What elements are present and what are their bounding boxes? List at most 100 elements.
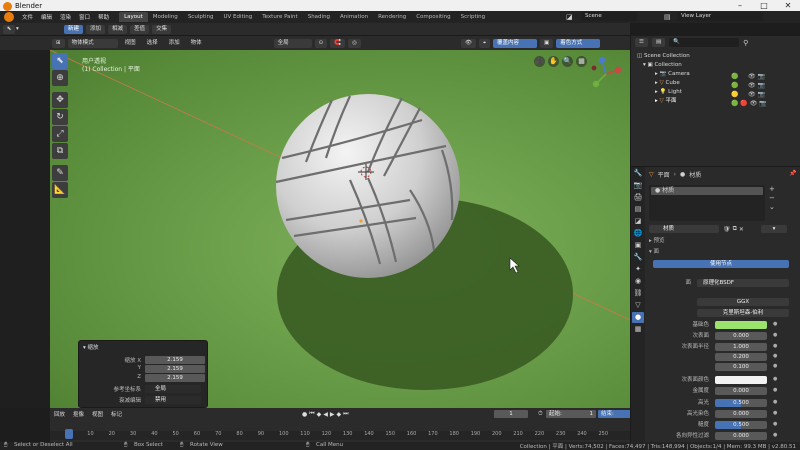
copy-material-icon[interactable]: ⧉ [733, 225, 737, 233]
data-tab-icon[interactable]: ▽ [632, 300, 644, 311]
socket-link-icon[interactable]: ● [773, 399, 777, 405]
slot-menu-icon[interactable]: ⌄ [769, 203, 775, 212]
gizmo-icon[interactable]: ⌖ [478, 38, 491, 48]
select-menu[interactable]: 选择 [143, 39, 162, 48]
material-slot-item[interactable]: ● 材质 [651, 187, 763, 195]
navigation-gizmo[interactable] [588, 56, 624, 90]
annotate-tool-icon[interactable]: ✎ [52, 165, 68, 181]
tool-tab-icon[interactable]: 🔧 [632, 168, 644, 179]
menu-item[interactable]: 窗口 [75, 13, 94, 21]
close-button[interactable]: ✕ [776, 0, 800, 11]
play-reverse-icon[interactable]: ◀ [323, 411, 328, 418]
current-frame-field[interactable]: 1 [494, 410, 528, 418]
fake-user-icon[interactable]: 🛡 [723, 226, 731, 233]
subtract-selection-button[interactable]: 相减 [108, 24, 128, 34]
add-slot-button[interactable]: + [769, 185, 775, 194]
shading-mode[interactable]: 着色方式 [556, 38, 601, 48]
distribution-select[interactable]: GGX [697, 298, 789, 306]
socket-link-icon[interactable]: ● [773, 387, 777, 393]
scene-collection-row[interactable]: ◫ Scene Collection [637, 52, 690, 61]
workspace-tab[interactable]: Rendering [373, 12, 411, 22]
select-tool-icon[interactable]: ⬉ [3, 24, 15, 34]
overlay-toggle[interactable]: 覆盖内容 [493, 38, 538, 48]
modifier-tab-icon[interactable]: 🔧 [632, 252, 644, 263]
subsurface-method-select[interactable]: 克里斯坦森-伯利 [697, 309, 789, 317]
use-nodes-button[interactable]: 使用节点 [653, 260, 789, 268]
record-icon[interactable]: ● [302, 411, 307, 418]
add-selection-button[interactable]: 添加 [86, 24, 106, 34]
snap-icon[interactable]: 🧲 [330, 38, 346, 48]
param-field[interactable]: 1.000 [715, 343, 767, 351]
proportional-icon[interactable]: ◎ [348, 38, 361, 48]
orientation-select[interactable]: 全局 [145, 385, 201, 393]
surface-shader-select[interactable]: 原理化BSDF [697, 279, 789, 287]
display-mode-icon[interactable]: ▤ [651, 38, 666, 47]
blender-menu-icon[interactable] [4, 12, 14, 22]
timeline-view-menu[interactable]: 视图 [92, 410, 103, 418]
material-tab-icon[interactable]: ● [632, 312, 644, 323]
physics-tab-icon[interactable]: ◉ [632, 276, 644, 287]
visibility-icon[interactable]: 👁 [460, 38, 476, 48]
start-frame-field[interactable]: 起始: 1 [546, 410, 596, 418]
scale-tool-icon[interactable]: ⤢ [52, 126, 68, 142]
filter-icon[interactable]: ⚲ [743, 39, 748, 47]
tool-dropdown-icon[interactable]: ▾ [16, 24, 24, 34]
frame-ruler[interactable]: 0102030405060708090100110120130140150160… [50, 431, 630, 440]
zoom-icon[interactable]: 🔍 [562, 56, 573, 67]
socket-link-icon[interactable]: ● [773, 332, 777, 338]
jump-end-icon[interactable]: ⏭ [343, 410, 348, 418]
param-field[interactable]: 0.000 [715, 432, 767, 440]
next-key-icon[interactable]: ◆ [337, 411, 342, 418]
xray-icon[interactable]: ▣ [540, 38, 554, 48]
socket-link-icon[interactable]: ● [773, 376, 777, 382]
workspace-tab[interactable]: Compositing [411, 12, 455, 22]
workspace-tab[interactable]: Modeling [148, 12, 183, 22]
view-layer-tab-icon[interactable]: ▤ [632, 204, 644, 215]
socket-link-icon[interactable]: ● [773, 363, 777, 369]
mode-selector[interactable]: 物体模式 [67, 38, 118, 48]
minimize-button[interactable]: – [728, 0, 752, 11]
intersect-selection-button[interactable]: 交集 [152, 24, 172, 34]
add-menu[interactable]: 添加 [165, 39, 184, 48]
panel-title[interactable]: ▾ 缩放 [83, 343, 99, 352]
outliner-item-light[interactable]: ▸ 💡 Light [655, 88, 682, 97]
rotate-tool-icon[interactable]: ↻ [52, 109, 68, 125]
socket-link-icon[interactable]: ● [773, 432, 777, 438]
visibility-toggles[interactable]: 🟢 👁 📷 🟢 👁 📷 🟡 👁 📷 🟢 🔴 👁 📷 [731, 72, 767, 108]
scale-y-field[interactable]: 2.159 [145, 365, 205, 373]
proportional-select[interactable]: 禁用 [145, 396, 201, 404]
outliner-item-plane[interactable]: ▸ ▽ 平面 [655, 97, 677, 106]
param-field[interactable]: 0.200 [715, 353, 767, 361]
pan-icon[interactable]: ✋ [548, 56, 559, 67]
socket-link-icon[interactable]: ● [773, 343, 777, 349]
param-field[interactable]: 0.500 [715, 421, 767, 429]
view-layer-selector[interactable]: View Layer [677, 12, 763, 21]
workspace-tab[interactable]: Sculpting [183, 12, 219, 22]
playhead[interactable] [65, 429, 73, 439]
param-field[interactable]: 0.000 [715, 387, 767, 395]
output-tab-icon[interactable]: 🖨 [632, 192, 644, 203]
scale-x-field[interactable]: 2.159 [145, 356, 205, 364]
param-field[interactable]: 0.000 [715, 410, 767, 418]
select-box-icon[interactable]: ⬉ [52, 53, 68, 69]
texture-tab-icon[interactable]: ▦ [632, 324, 644, 335]
material-name-field[interactable]: 材质 [649, 225, 719, 233]
measure-tool-icon[interactable]: 📐 [52, 182, 68, 198]
unlink-icon[interactable]: ✕ [739, 226, 744, 233]
param-field[interactable] [715, 376, 767, 384]
outliner-item-cube[interactable]: ▸ ▽ Cube [655, 79, 680, 88]
prev-key-icon[interactable]: ◆ [317, 411, 322, 418]
param-field[interactable] [715, 321, 767, 329]
move-tool-icon[interactable]: ✥ [52, 92, 68, 108]
pin-icon[interactable]: 📌 [789, 170, 796, 177]
workspace-tab[interactable]: Animation [335, 12, 373, 22]
menu-item[interactable]: 帮助 [94, 13, 113, 21]
perspective-icon[interactable]: ▦ [576, 56, 587, 67]
object-menu[interactable]: 物体 [187, 39, 206, 48]
collection-row[interactable]: ▾ ▣ Collection [643, 61, 682, 70]
workspace-tab[interactable]: UV Editing [219, 12, 258, 22]
marker-menu[interactable]: 标记 [111, 410, 122, 418]
constraints-tab-icon[interactable]: ⛓ [632, 288, 644, 299]
transform-tool-icon[interactable]: ⧉ [52, 143, 68, 159]
new-selection-button[interactable]: 新建 [64, 24, 84, 34]
